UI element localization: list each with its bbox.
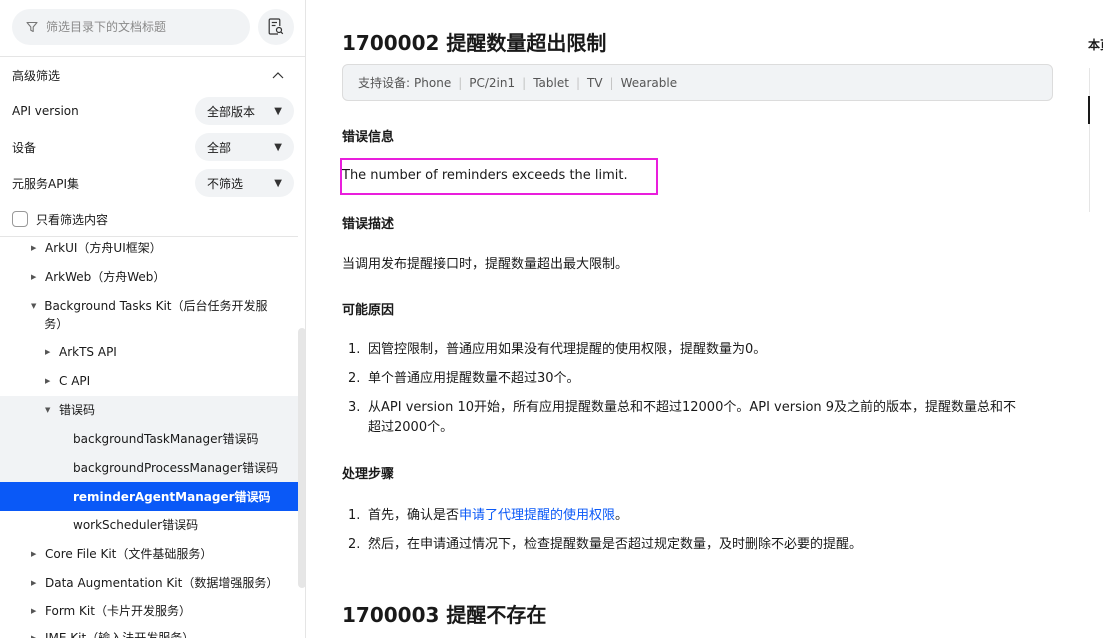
atomic-service-select[interactable]: 不筛选 ▼ (195, 169, 294, 197)
triangle-right-icon: ▶ (31, 273, 37, 281)
section-title-1700003: 1700003 提醒不存在 (342, 603, 547, 627)
tree-item-data-augmentation-kit[interactable]: ▶ Data Augmentation Kit（数据增强服务） (0, 574, 298, 594)
device-phone: Phone (414, 75, 452, 90)
select-value: 不筛选 (207, 176, 244, 191)
device-tv: TV (586, 75, 603, 90)
caret-down-icon: ▼ (274, 141, 282, 153)
device-pc: PC/2in1 (469, 75, 516, 90)
api-version-select[interactable]: 全部版本 ▼ (195, 97, 294, 125)
separator: | (609, 75, 614, 90)
tree-item-background-process-manager-errors[interactable]: backgroundProcessManager错误码 (0, 459, 298, 479)
error-info-text: The number of reminders exceeds the limi… (342, 168, 628, 183)
triangle-right-icon: ▶ (31, 607, 37, 615)
table-of-contents: 本页目录 (1076, 0, 1103, 638)
search-row (12, 9, 294, 45)
tree-item-background-tasks-kit[interactable]: ▼ Background Tasks Kit（后台任务开发服务） (0, 297, 298, 337)
separator: | (522, 75, 527, 90)
steps-heading: 处理步骤 (342, 467, 395, 482)
triangle-right-icon: ▶ (31, 634, 37, 638)
triangle-right-icon: ▶ (31, 579, 37, 587)
triangle-down-icon: ▼ (31, 302, 37, 310)
triangle-down-icon: ▼ (45, 406, 51, 414)
triangle-right-icon: ▶ (31, 550, 37, 558)
tree-item-work-scheduler-errors[interactable]: workScheduler错误码 (0, 516, 298, 536)
catalog-button[interactable] (258, 9, 294, 45)
permission-link[interactable]: 申请了代理提醒的使用权限 (459, 508, 615, 523)
advanced-filter-label: 高级筛选 (12, 68, 61, 83)
only-filtered-row: 只看筛选内容 (12, 209, 108, 229)
causes-heading: 可能原因 (342, 303, 395, 318)
tree-item-error-codes[interactable]: ▼ 错误码 (0, 401, 298, 421)
tree-item-arkweb[interactable]: ▶ ArkWeb（方舟Web） (0, 268, 298, 288)
filter-atomic-service: 元服务API集 不筛选 ▼ (12, 169, 294, 197)
filter-label: 元服务API集 (12, 176, 79, 191)
main-content: 1700002 提醒数量超出限制 支持设备: Phone | PC/2in1 |… (306, 0, 1076, 638)
device-wearable: Wearable (620, 75, 678, 90)
device-tablet: Tablet (533, 75, 569, 90)
toc-title: 本页目录 (1088, 38, 1103, 52)
filter-label: 设备 (12, 140, 37, 155)
error-desc-heading: 错误描述 (342, 217, 395, 232)
select-value: 全部 (207, 140, 232, 155)
supported-devices-box: 支持设备: Phone | PC/2in1 | Tablet | TV | We… (342, 64, 1053, 101)
list-item: 2. 单个普通应用提醒数量不超过30个。 (348, 371, 580, 386)
filter-device: 设备 全部 ▼ (12, 133, 294, 161)
triangle-right-icon: ▶ (31, 244, 37, 252)
document-search-icon (268, 18, 284, 35)
tree-item-ime-kit[interactable]: ▶ IME Kit（输入法开发服务） (0, 629, 298, 638)
sidebar: 高级筛选 API version 全部版本 ▼ 设备 全部 ▼ 元服务API集 … (0, 0, 306, 638)
triangle-right-icon: ▶ (45, 348, 51, 356)
caret-down-icon: ▼ (274, 105, 282, 117)
tree-item-arkts-api[interactable]: ▶ ArkTS API (0, 343, 298, 363)
search-input[interactable] (46, 20, 236, 34)
filter-api-version: API version 全部版本 ▼ (12, 97, 294, 125)
scrollbar-thumb[interactable] (298, 328, 305, 588)
only-filtered-checkbox[interactable] (12, 211, 28, 227)
error-info-heading: 错误信息 (342, 130, 395, 145)
separator: | (458, 75, 463, 90)
page-title: 1700002 提醒数量超出限制 (342, 31, 607, 55)
tree-item-arkui[interactable]: ▶ ArkUI（方舟UI框架） (0, 239, 298, 259)
caret-down-icon: ▼ (274, 177, 282, 189)
error-desc-text: 当调用发布提醒接口时，提醒数量超出最大限制。 (342, 257, 629, 272)
list-item: 1. 因管控限制，普通应用如果没有代理提醒的使用权限，提醒数量为0。 (348, 342, 767, 357)
tree-item-background-task-manager-errors[interactable]: backgroundTaskManager错误码 (0, 430, 298, 450)
separator: | (575, 75, 580, 90)
advanced-filter-header[interactable]: 高级筛选 (12, 65, 284, 85)
select-value: 全部版本 (207, 104, 256, 119)
toc-active-marker (1088, 96, 1090, 124)
only-filtered-label: 只看筛选内容 (36, 212, 109, 227)
devices-label: 支持设备: (358, 76, 411, 90)
list-item: 3. 从API version 10开始，所有应用提醒数量总和不超过12000个… (348, 400, 1017, 435)
divider (0, 56, 305, 57)
device-select[interactable]: 全部 ▼ (195, 133, 294, 161)
list-item: 1. 首先，确认是否申请了代理提醒的使用权限。 (348, 508, 629, 523)
toc-track (1089, 68, 1090, 212)
triangle-right-icon: ▶ (45, 377, 51, 385)
tree-item-core-file-kit[interactable]: ▶ Core File Kit（文件基础服务） (0, 545, 298, 565)
filter-icon (26, 21, 38, 33)
filter-label: API version (12, 104, 79, 118)
divider (0, 236, 305, 237)
search-box[interactable] (12, 9, 250, 45)
sidebar-scrollbar[interactable] (298, 236, 305, 638)
tree-item-c-api[interactable]: ▶ C API (0, 372, 298, 392)
tree-item-reminder-agent-manager-errors[interactable]: reminderAgentManager错误码 (0, 482, 298, 511)
tree-item-form-kit[interactable]: ▶ Form Kit（卡片开发服务） (0, 602, 298, 622)
chevron-up-icon[interactable] (272, 71, 284, 79)
list-item: 2. 然后，在申请通过情况下，检查提醒数量是否超过规定数量，及时删除不必要的提醒… (348, 537, 863, 552)
